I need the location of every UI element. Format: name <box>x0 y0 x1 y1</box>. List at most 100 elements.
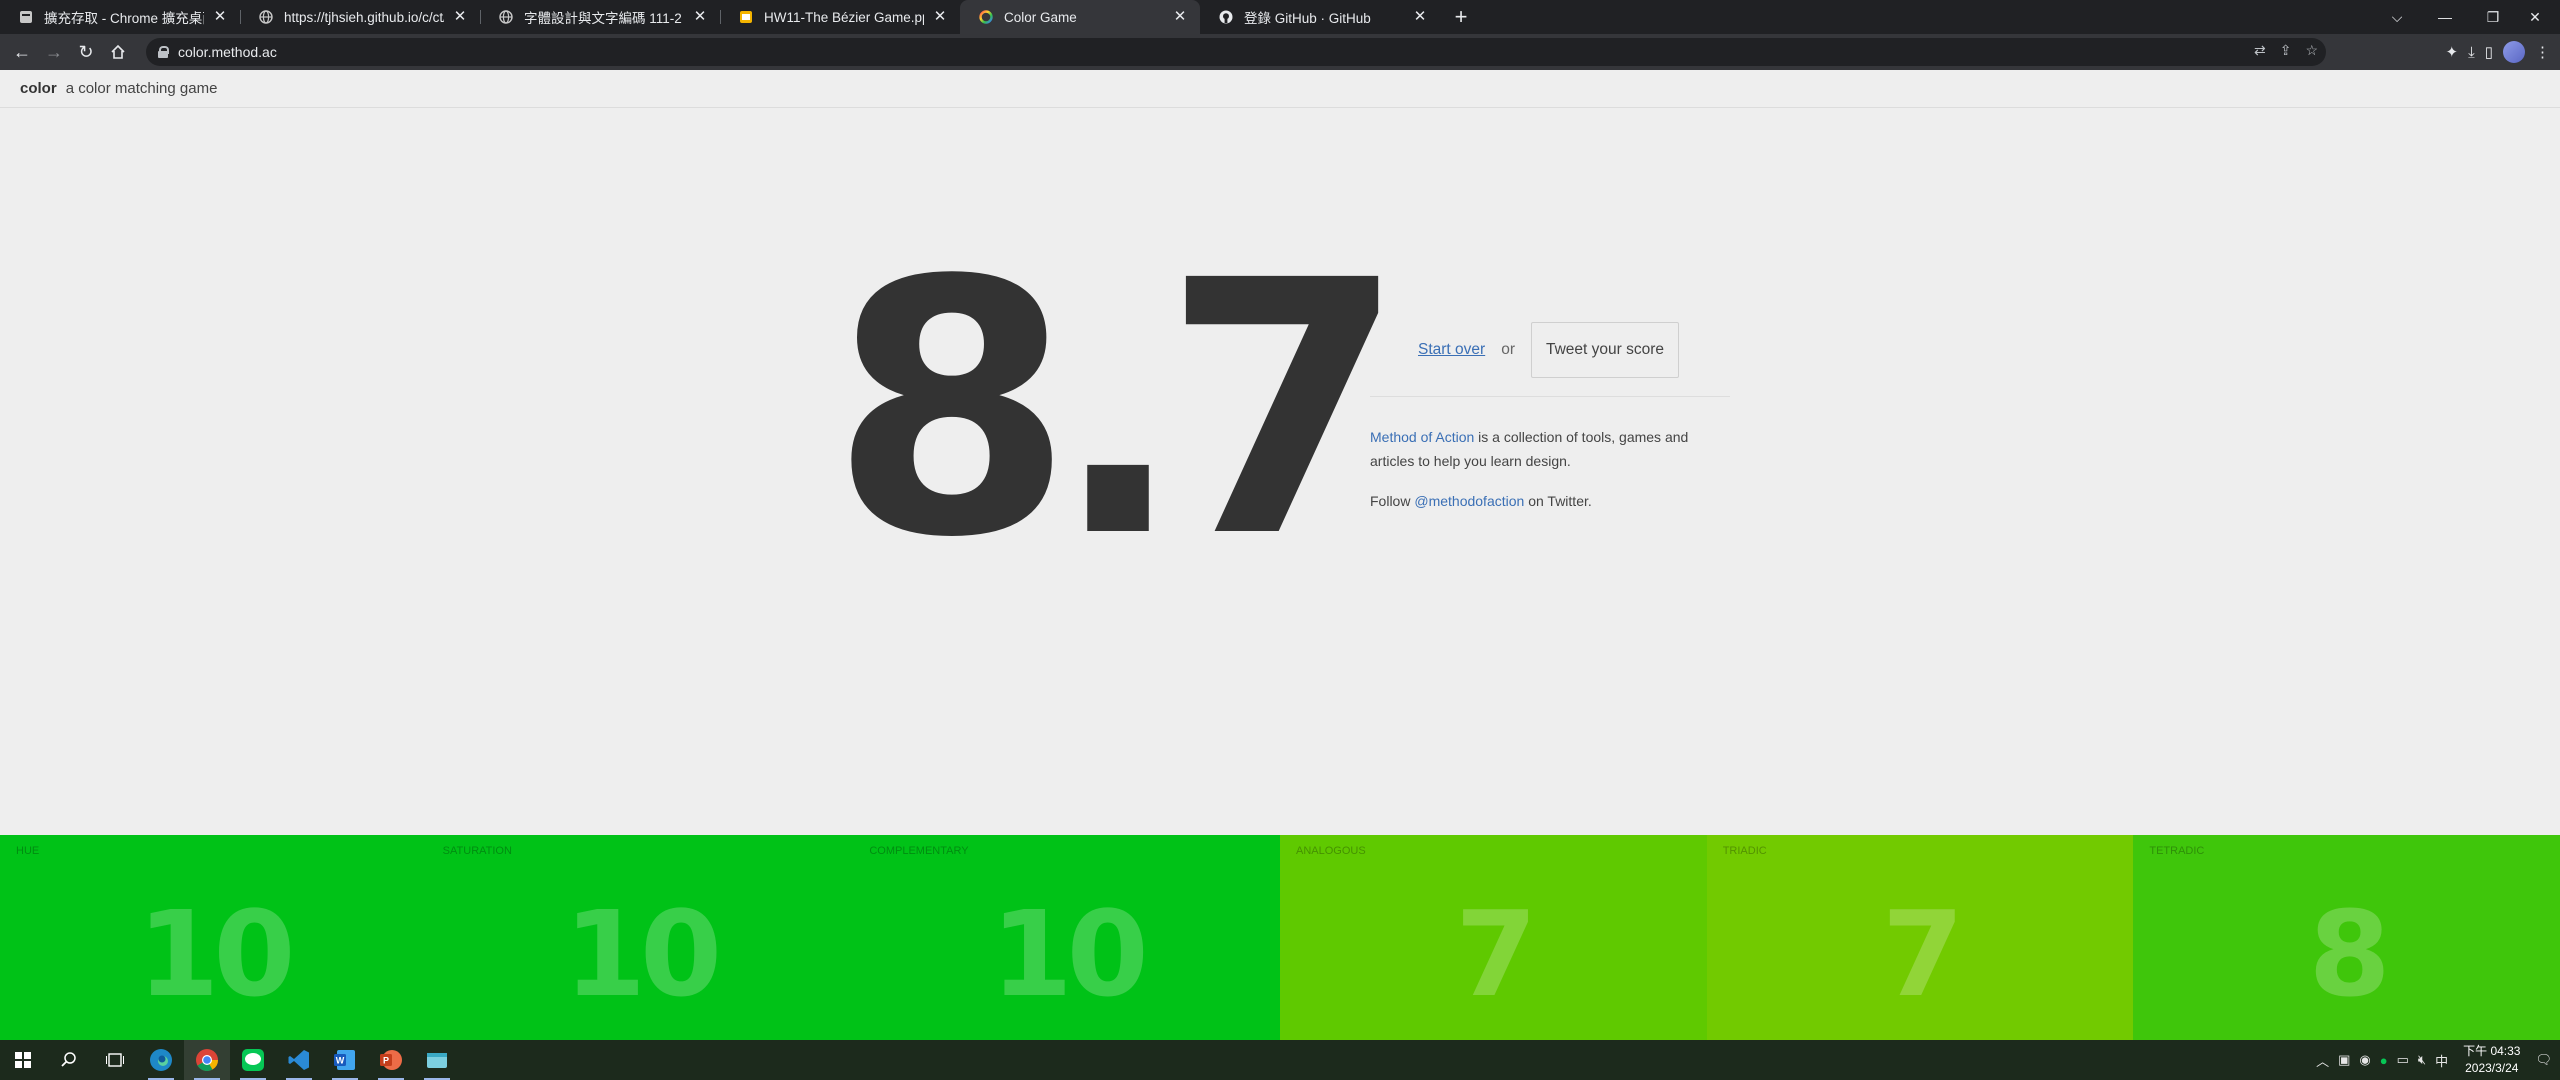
taskbar-chrome[interactable] <box>184 1040 230 1080</box>
tile-score: 10 <box>137 885 295 1023</box>
extensions-icon[interactable]: ✦ <box>2446 43 2459 61</box>
close-icon[interactable]: ✕ <box>452 9 468 25</box>
globe-icon <box>498 9 514 25</box>
close-icon[interactable]: ✕ <box>932 9 948 25</box>
page-icon <box>18 9 34 25</box>
profile-avatar[interactable] <box>2503 41 2525 63</box>
close-icon[interactable]: ✕ <box>692 9 708 25</box>
browser-toolbar: ← → ↻ color.method.ac ⇄ ⇪ ☆ ✦ ⤓ ▯ ⋮ <box>0 34 2560 70</box>
tab-search-icon[interactable]: ⌵ <box>2372 0 2422 34</box>
close-icon[interactable]: ✕ <box>1412 9 1428 25</box>
tile-triadic: TRIADIC 7 <box>1706 835 2134 1040</box>
clock-date: 2023/3/24 <box>2465 1061 2519 1075</box>
url-text: color.method.ac <box>178 44 277 60</box>
tray-display-icon[interactable]: ▣ <box>2338 1052 2350 1068</box>
tweet-score-button[interactable]: Tweet your score <box>1531 322 1680 378</box>
tile-saturation: SATURATION 10 <box>426 835 854 1040</box>
powerpoint-icon: P <box>380 1050 402 1070</box>
home-icon <box>111 44 125 59</box>
or-separator: or <box>1501 341 1515 358</box>
tab-bezier-pptx[interactable]: HW11-The Bézier Game.pptx ✕ <box>720 0 960 34</box>
browser-tab-strip: 擴充存取 - Chrome 擴充桌面 ✕ https://tjhsieh.git… <box>0 0 2560 34</box>
taskbar-word[interactable]: W <box>322 1040 368 1080</box>
svg-text:P: P <box>383 1056 389 1066</box>
vscode-icon <box>288 1050 309 1070</box>
back-button[interactable]: ← <box>6 36 38 68</box>
taskbar-line[interactable] <box>230 1040 276 1080</box>
tile-label: ANALOGOUS <box>1296 845 1366 857</box>
tile-score: 8 <box>2308 885 2391 1023</box>
search-button[interactable] <box>46 1040 92 1080</box>
taskbar-app[interactable] <box>414 1040 460 1080</box>
tab-title: Color Game <box>1004 9 1077 25</box>
speaker-muted-icon[interactable]: 🔇︎ <box>2418 1052 2426 1068</box>
bookmark-star-icon[interactable]: ☆ <box>2305 42 2318 59</box>
tab-title: HW11-The Bézier Game.pptx <box>764 9 924 25</box>
tray-overflow-chevron-icon[interactable]: ︿ <box>2316 1051 2329 1070</box>
final-score: 8.7 <box>830 206 1406 614</box>
home-button[interactable] <box>102 36 134 68</box>
taskbar-edge[interactable] <box>138 1040 184 1080</box>
taskbar-powerpoint[interactable]: P <box>368 1040 414 1080</box>
task-view-button[interactable] <box>92 1040 138 1080</box>
tray-app-icon[interactable]: ◉ <box>2359 1052 2370 1068</box>
tab-font-design[interactable]: 字體設計與文字編碼 111-2 ✕ <box>480 0 720 34</box>
taskbar-clock[interactable]: 下午 04:33 2023/3/24 <box>2463 1043 2520 1077</box>
result-actions: Start over or Tweet your score <box>1370 322 1730 397</box>
menu-kebab-icon[interactable]: ⋮ <box>2535 43 2550 61</box>
app-icon <box>427 1053 447 1068</box>
task-view-icon <box>106 1053 124 1067</box>
tile-label: SATURATION <box>442 845 512 857</box>
tile-label: TETRADIC <box>2149 845 2205 857</box>
clock-time: 下午 04:33 <box>2463 1044 2521 1058</box>
reload-button[interactable]: ↻ <box>70 36 102 68</box>
word-icon: W <box>334 1050 355 1070</box>
follow-suffix: on Twitter. <box>1524 493 1592 509</box>
tray-line-icon[interactable]: ● <box>2380 1053 2388 1068</box>
tile-label: COMPLEMENTARY <box>869 845 969 857</box>
globe-icon <box>258 9 274 25</box>
tab-color-game[interactable]: Color Game ✕ <box>960 0 1200 34</box>
ime-indicator[interactable]: 中 <box>2435 1051 2448 1070</box>
translate-icon[interactable]: ⇄ <box>2254 42 2266 59</box>
taskbar-vscode[interactable] <box>276 1040 322 1080</box>
tab-github[interactable]: 登錄 GitHub · GitHub ✕ <box>1200 0 1440 34</box>
windows-taskbar: W P ︿ ▣ ◉ ● ▭ 🔇︎ 中 下午 04:33 2023/3/24 🗨︎ <box>0 1040 2560 1080</box>
tile-score: 10 <box>990 885 1149 1023</box>
page-content: color a color matching game 8.7 Start ov… <box>0 70 2560 1040</box>
start-over-link[interactable]: Start over <box>1418 341 1485 359</box>
minimize-button[interactable]: — <box>2420 0 2470 34</box>
close-window-button[interactable]: ✕ <box>2510 0 2560 34</box>
tab-title: 登錄 GitHub · GitHub <box>1244 11 1371 26</box>
tile-score: 10 <box>563 885 722 1023</box>
new-tab-button[interactable]: + <box>1444 0 1478 34</box>
tile-tetradic: TETRADIC 8 <box>2133 835 2560 1040</box>
network-icon[interactable]: ▭ <box>2397 1052 2409 1068</box>
notification-icon[interactable]: 🗨︎ <box>2535 1052 2552 1068</box>
lock-icon <box>158 46 169 58</box>
download-icon[interactable]: ⤓ <box>2468 44 2475 61</box>
address-bar[interactable]: color.method.ac ⇄ ⇪ ☆ <box>146 38 2326 66</box>
windows-icon <box>15 1052 31 1068</box>
close-icon[interactable]: ✕ <box>212 9 228 25</box>
side-panel-icon[interactable]: ▯ <box>2485 43 2493 61</box>
tile-score: 7 <box>1881 885 1964 1023</box>
close-icon[interactable]: ✕ <box>1172 9 1188 25</box>
tab-title: 字體設計與文字編碼 111-2 <box>524 11 682 26</box>
start-button[interactable] <box>0 1040 46 1080</box>
slides-icon <box>738 9 754 25</box>
forward-button[interactable]: → <box>38 36 70 68</box>
method-of-action-link[interactable]: Method of Action <box>1370 429 1474 445</box>
chrome-icon <box>196 1049 218 1071</box>
tab-extensions[interactable]: 擴充存取 - Chrome 擴充桌面 ✕ <box>0 0 240 34</box>
github-icon <box>1218 9 1234 25</box>
tab-title: 擴充存取 - Chrome 擴充桌面 <box>44 11 204 26</box>
tile-complementary: COMPLEMENTARY 10 <box>853 835 1281 1040</box>
share-icon[interactable]: ⇪ <box>2280 42 2292 59</box>
tile-hue: HUE 10 <box>0 835 427 1040</box>
tile-label: TRIADIC <box>1722 845 1767 857</box>
tile-analogous: ANALOGOUS 7 <box>1280 835 1707 1040</box>
site-logo[interactable]: color <box>20 80 57 97</box>
twitter-handle-link[interactable]: @methodofaction <box>1414 493 1524 509</box>
tab-tjhsieh[interactable]: https://tjhsieh.github.io/c/ct/c ✕ <box>240 0 480 34</box>
